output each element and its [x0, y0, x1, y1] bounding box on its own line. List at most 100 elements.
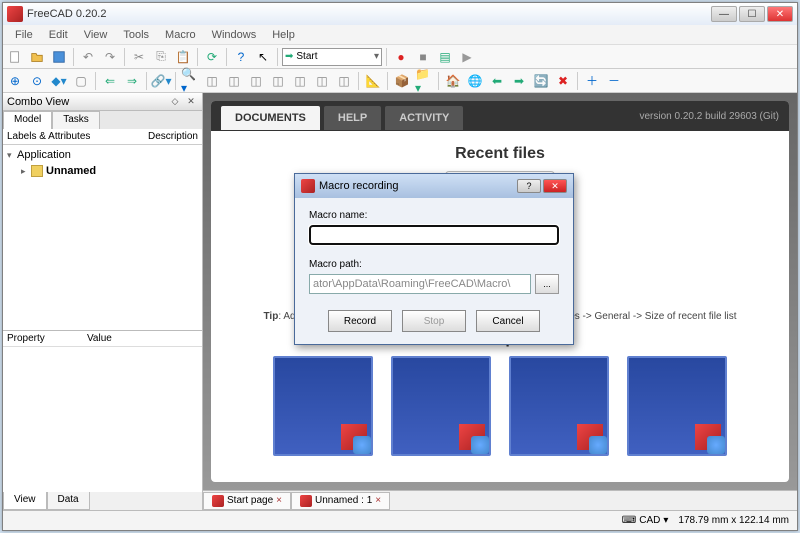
- tree-doc[interactable]: ▸ Unnamed: [7, 163, 198, 179]
- paste-icon[interactable]: 📋: [173, 47, 193, 67]
- menu-view[interactable]: View: [76, 27, 116, 43]
- menu-windows[interactable]: Windows: [204, 27, 265, 43]
- tab-tasks[interactable]: Tasks: [52, 111, 100, 129]
- model-tree[interactable]: ▾ Application ▸ Unnamed: [3, 145, 202, 330]
- dialog-titlebar[interactable]: Macro recording ? ✕: [295, 174, 573, 198]
- menu-file[interactable]: File: [7, 27, 41, 43]
- view-iso-icon[interactable]: ◫: [202, 71, 222, 91]
- zoom-selection-icon[interactable]: ⊙: [27, 71, 47, 91]
- web-globe-icon[interactable]: 🌐: [465, 71, 485, 91]
- group-icon[interactable]: 📁▾: [414, 71, 434, 91]
- property-body[interactable]: [3, 347, 202, 492]
- example-thumb-4[interactable]: [627, 356, 727, 456]
- record-button[interactable]: Record: [328, 310, 392, 332]
- menubar: File Edit View Tools Macro Windows Help: [3, 25, 797, 45]
- menu-tools[interactable]: Tools: [115, 27, 157, 43]
- zoom-tool-icon[interactable]: 🔍▾: [180, 71, 200, 91]
- doc-tab-unnamed[interactable]: Unnamed : 1 ×: [291, 492, 390, 510]
- part-icon[interactable]: 📦: [392, 71, 412, 91]
- menu-macro[interactable]: Macro: [157, 27, 204, 43]
- zoom-out-icon[interactable]: －: [604, 71, 624, 91]
- nav-forward-icon[interactable]: ⇒: [122, 71, 142, 91]
- close-tab-icon[interactable]: ×: [276, 495, 282, 506]
- close-tab-icon[interactable]: ×: [375, 495, 381, 506]
- dialog-close-button[interactable]: ✕: [543, 179, 567, 193]
- dock-close-icon[interactable]: ✕: [184, 95, 198, 109]
- start-tab-documents[interactable]: DOCUMENTS: [221, 106, 320, 130]
- macro-record-icon[interactable]: ●: [391, 47, 411, 67]
- macro-list-icon[interactable]: ▤: [435, 47, 455, 67]
- whatsthis-icon[interactable]: ?: [231, 47, 251, 67]
- nav-back-icon[interactable]: ⇐: [100, 71, 120, 91]
- doc-tab-start[interactable]: Start page ×: [203, 492, 291, 510]
- macro-path-label: Macro path:: [309, 259, 559, 270]
- copy-icon[interactable]: ⎘: [151, 47, 171, 67]
- minimize-button[interactable]: —: [711, 6, 737, 22]
- redo-icon[interactable]: ↷: [100, 47, 120, 67]
- example-thumb-1[interactable]: [273, 356, 373, 456]
- web-home-icon[interactable]: 🏠: [443, 71, 463, 91]
- macro-name-input[interactable]: [309, 225, 559, 245]
- tab-model[interactable]: Model: [3, 111, 52, 129]
- web-stop-icon[interactable]: ✖: [553, 71, 573, 91]
- document-icon: [31, 165, 43, 177]
- web-back-icon[interactable]: ⬅: [487, 71, 507, 91]
- view-left-icon[interactable]: ◫: [334, 71, 354, 91]
- view-right-icon[interactable]: ◫: [268, 71, 288, 91]
- chevron-down-icon: ▾: [374, 51, 379, 62]
- zoom-in-icon[interactable]: ＋: [582, 71, 602, 91]
- app-title: FreeCAD 0.20.2: [27, 8, 106, 20]
- draw-style-icon[interactable]: ◆▾: [49, 71, 69, 91]
- start-tab-help[interactable]: HELP: [324, 106, 381, 130]
- browse-button[interactable]: ...: [535, 274, 559, 294]
- open-icon[interactable]: [27, 47, 47, 67]
- cut-icon[interactable]: ✂: [129, 47, 149, 67]
- property-header-prop: Property: [7, 333, 87, 344]
- tree-expand-icon[interactable]: ▸: [21, 166, 31, 177]
- bbox-icon[interactable]: ▢: [71, 71, 91, 91]
- view-bottom-icon[interactable]: ◫: [312, 71, 332, 91]
- example-thumb-3[interactable]: [509, 356, 609, 456]
- link-icon[interactable]: 🔗▾: [151, 71, 171, 91]
- app-icon: [7, 6, 23, 22]
- start-tab-activity[interactable]: ACTIVITY: [385, 106, 463, 130]
- examples-row: [225, 356, 775, 456]
- tab-data[interactable]: Data: [47, 492, 90, 510]
- new-icon[interactable]: [5, 47, 25, 67]
- view-top-icon[interactable]: ◫: [246, 71, 266, 91]
- status-bar: ⌨ CAD ▾ 178.79 mm x 122.14 mm: [3, 510, 797, 530]
- measure-icon[interactable]: 📐: [363, 71, 383, 91]
- view-rear-icon[interactable]: ◫: [290, 71, 310, 91]
- view-front-icon[interactable]: ◫: [224, 71, 244, 91]
- cursor-icon[interactable]: ↖: [253, 47, 273, 67]
- macro-play-icon[interactable]: ▶: [457, 47, 477, 67]
- refresh-icon[interactable]: ⟳: [202, 47, 222, 67]
- close-button[interactable]: ✕: [767, 6, 793, 22]
- nav-style[interactable]: ⌨ CAD ▾: [622, 515, 669, 526]
- web-reload-icon[interactable]: 🔄: [531, 71, 551, 91]
- web-next-icon[interactable]: ➡: [509, 71, 529, 91]
- undo-icon[interactable]: ↶: [78, 47, 98, 67]
- tree-header-desc: Description: [148, 131, 198, 142]
- tree-collapse-icon[interactable]: ▾: [7, 150, 17, 161]
- macro-path-input[interactable]: [309, 274, 531, 294]
- property-header: Property Value: [3, 331, 202, 347]
- menu-edit[interactable]: Edit: [41, 27, 76, 43]
- dock-float-icon[interactable]: ◇: [168, 95, 182, 109]
- cancel-button[interactable]: Cancel: [476, 310, 540, 332]
- menu-help[interactable]: Help: [264, 27, 303, 43]
- save-icon[interactable]: [49, 47, 69, 67]
- macro-recording-dialog: Macro recording ? ✕ Macro name: Macro pa…: [294, 173, 574, 345]
- tree-root[interactable]: ▾ Application: [7, 147, 198, 163]
- zoom-fit-icon[interactable]: ⊕: [5, 71, 25, 91]
- tab-view[interactable]: View: [3, 492, 47, 510]
- version-label: version 0.20.2 build 29603 (Git): [639, 111, 779, 122]
- workbench-label: Start: [296, 51, 317, 62]
- maximize-button[interactable]: ☐: [739, 6, 765, 22]
- dialog-help-button[interactable]: ?: [517, 179, 541, 193]
- workbench-selector[interactable]: ➡ Start ▾: [282, 48, 382, 66]
- example-thumb-2[interactable]: [391, 356, 491, 456]
- chevron-down-icon: ▾: [663, 515, 668, 526]
- macro-stop-icon[interactable]: ■: [413, 47, 433, 67]
- stop-button[interactable]: Stop: [402, 310, 466, 332]
